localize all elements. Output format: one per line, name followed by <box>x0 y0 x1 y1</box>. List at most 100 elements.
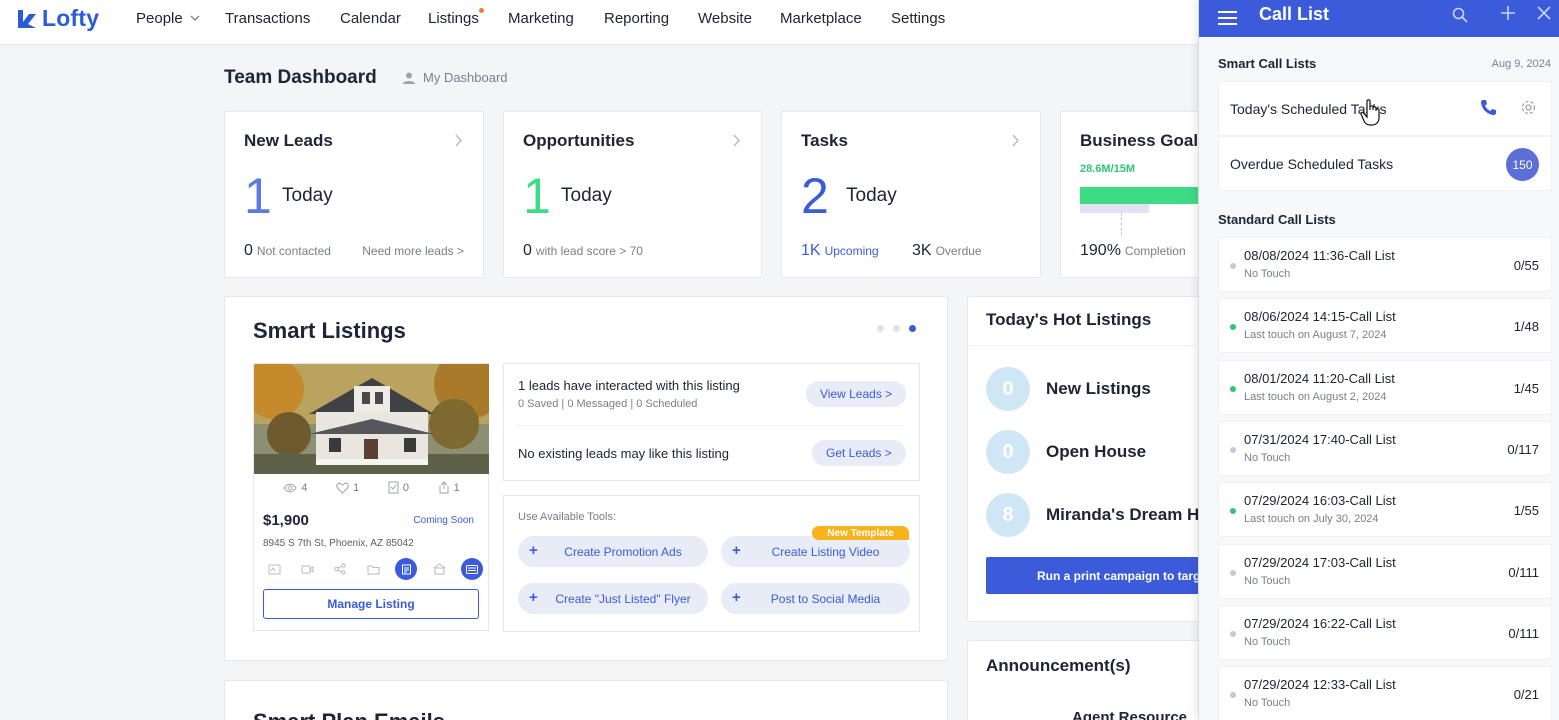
close-icon[interactable] <box>1534 3 1554 23</box>
view-leads-button[interactable]: View Leads > <box>806 381 907 407</box>
mls-icon[interactable] <box>461 558 483 580</box>
carousel-dot[interactable] <box>893 325 900 332</box>
flyer-icon[interactable] <box>395 558 417 580</box>
new-leads-today: Today <box>282 185 333 206</box>
dream-homes-label[interactable]: Miranda's Dream H <box>1046 505 1198 525</box>
create-listing-video-button[interactable]: + Create Listing Video <box>721 536 910 567</box>
ad-icon[interactable] <box>263 558 285 580</box>
print-campaign-button[interactable]: Run a print campaign to targ <box>986 557 1199 594</box>
building-icon[interactable] <box>428 558 450 580</box>
new-template-badge: New Template <box>812 526 909 540</box>
gear-icon[interactable] <box>1520 99 1537 119</box>
status-dot <box>1230 692 1236 698</box>
call-list-name: 08/06/2024 14:15-Call List <box>1244 309 1396 324</box>
smart-listings-title: Smart Listings <box>253 318 406 343</box>
nav-marketing[interactable]: Marketing <box>508 10 574 27</box>
divider <box>968 345 1199 346</box>
create-promotion-ads-button[interactable]: + Create Promotion Ads <box>518 536 708 567</box>
opportunities-card[interactable]: Opportunities 1 Today 0 with lead score >… <box>503 111 762 278</box>
my-dashboard-switch[interactable]: My Dashboard <box>402 70 508 85</box>
add-icon[interactable] <box>1498 3 1518 23</box>
plus-icon: + <box>732 542 741 559</box>
call-list-row[interactable]: 07/29/2024 16:03-Call List Last touch on … <box>1218 482 1552 537</box>
chevron-right-icon[interactable] <box>1011 134 1020 147</box>
share-icon <box>439 481 449 494</box>
call-list-header: Call List <box>1199 0 1559 37</box>
need-more-leads-link[interactable]: Need more leads > <box>362 244 464 258</box>
nav-calendar[interactable]: Calendar <box>340 10 401 27</box>
nav-marketplace[interactable]: Marketplace <box>780 10 862 27</box>
share-nodes-icon[interactable] <box>329 558 351 580</box>
get-leads-button[interactable]: Get Leads > <box>812 440 906 466</box>
call-list-row[interactable]: 08/06/2024 14:15-Call List Last touch on … <box>1218 298 1552 353</box>
phone-icon[interactable] <box>1480 99 1497 119</box>
completion-label: Completion <box>1124 244 1186 258</box>
tasks-title: Tasks <box>801 131 848 150</box>
call-list-progress: 0/21 <box>1513 687 1539 702</box>
open-house-label[interactable]: Open House <box>1046 442 1146 462</box>
nav-transactions[interactable]: Transactions <box>225 10 310 27</box>
nav-reporting[interactable]: Reporting <box>604 10 669 27</box>
agent-resources-label[interactable]: Agent Resource <box>1072 709 1187 720</box>
call-list-row[interactable]: 07/29/2024 16:22-Call List No Touch 0/111 <box>1218 605 1552 660</box>
call-list-last-touch: No Touch <box>1244 268 1291 280</box>
create-listing-video-label: Create Listing Video <box>771 544 880 559</box>
call-list-row[interactable]: 07/29/2024 12:33-Call List No Touch 0/21 <box>1218 666 1552 720</box>
video-icon[interactable] <box>296 558 318 580</box>
call-list-name: 07/31/2024 17:40-Call List <box>1244 432 1396 447</box>
call-list-row[interactable]: 07/29/2024 17:03-Call List No Touch 0/111 <box>1218 544 1552 599</box>
business-goal-amount: 28.6M/15M <box>1080 163 1136 175</box>
plus-icon: + <box>732 589 741 606</box>
standard-call-lists-header: Standard Call Lists <box>1218 212 1336 227</box>
leads-interaction-summary: 0 Saved | 0 Messaged | 0 Scheduled <box>518 398 698 410</box>
folder-icon[interactable] <box>362 558 384 580</box>
tasks-card[interactable]: Tasks 2 Today 1K Upcoming 3K Overdue <box>781 111 1041 278</box>
listing-leads-box: 1 leads have interacted with this listin… <box>503 363 920 481</box>
nav-settings[interactable]: Settings <box>891 10 945 27</box>
call-list-row[interactable]: 07/31/2024 17:40-Call List No Touch 0/117 <box>1218 421 1552 476</box>
call-list-last-touch: No Touch <box>1244 575 1291 587</box>
tasks-count: 2 <box>801 168 829 224</box>
overdue-scheduled-tasks-row[interactable]: Overdue Scheduled Tasks 150 <box>1218 136 1552 191</box>
heart-icon <box>336 482 349 494</box>
nav-website[interactable]: Website <box>698 10 752 27</box>
nav-people[interactable]: People <box>136 10 200 27</box>
overdue-count-badge: 150 <box>1506 148 1539 181</box>
overdue-stat[interactable]: 3K Overdue <box>912 242 982 260</box>
todays-scheduled-tasks-row[interactable]: Today's Scheduled Tasks <box>1218 81 1552 136</box>
status-dot <box>1230 324 1236 330</box>
call-list-row[interactable]: 08/08/2024 11:36-Call List No Touch 0/55 <box>1218 237 1552 292</box>
plus-icon: + <box>529 542 538 559</box>
post-to-social-button[interactable]: + Post to Social Media <box>721 583 910 614</box>
nav-listings[interactable]: Listings <box>428 8 484 27</box>
status-dot <box>1230 570 1236 576</box>
carousel-dot-active[interactable] <box>909 325 916 332</box>
call-list-name: 07/29/2024 17:03-Call List <box>1244 555 1396 570</box>
call-list-row[interactable]: 08/01/2024 11:20-Call List Last touch on … <box>1218 360 1552 415</box>
create-flyer-button[interactable]: + Create "Just Listed" Flyer <box>518 583 708 614</box>
smart-plan-emails-title: Smart Plan Emails <box>253 709 445 720</box>
leads-interacted-text: 1 leads have interacted with this listin… <box>518 378 740 393</box>
views-metric: 4 <box>283 481 307 494</box>
manage-listing-button[interactable]: Manage Listing <box>263 589 479 619</box>
business-goal-card[interactable]: Business Goal 28.6M/15M 190% Completion <box>1060 111 1220 278</box>
hamburger-menu-icon[interactable] <box>1217 8 1237 28</box>
logo[interactable]: Lofty <box>16 5 99 32</box>
create-flyer-label: Create "Just Listed" Flyer <box>555 591 691 606</box>
new-listings-label[interactable]: New Listings <box>1046 379 1151 399</box>
search-icon[interactable] <box>1450 5 1470 25</box>
chevron-right-icon[interactable] <box>732 134 741 147</box>
new-leads-count: 1 <box>244 168 272 224</box>
tasks-metric: 0 <box>388 481 409 494</box>
carousel-dot[interactable] <box>877 325 884 332</box>
chevron-right-icon[interactable] <box>454 134 463 147</box>
opportunities-count: 1 <box>523 168 551 224</box>
lead-score-count: 0 <box>523 242 532 259</box>
new-leads-card[interactable]: New Leads 1 Today 0 Not contacted Need mo… <box>224 111 484 278</box>
completion-stat: 190% Completion <box>1080 242 1186 260</box>
call-list-progress: 0/111 <box>1508 626 1539 641</box>
carousel-dots[interactable] <box>877 325 916 332</box>
listing-photo[interactable] <box>254 364 489 474</box>
upcoming-stat[interactable]: 1K Upcoming <box>801 242 879 260</box>
status-dot <box>1230 263 1236 269</box>
